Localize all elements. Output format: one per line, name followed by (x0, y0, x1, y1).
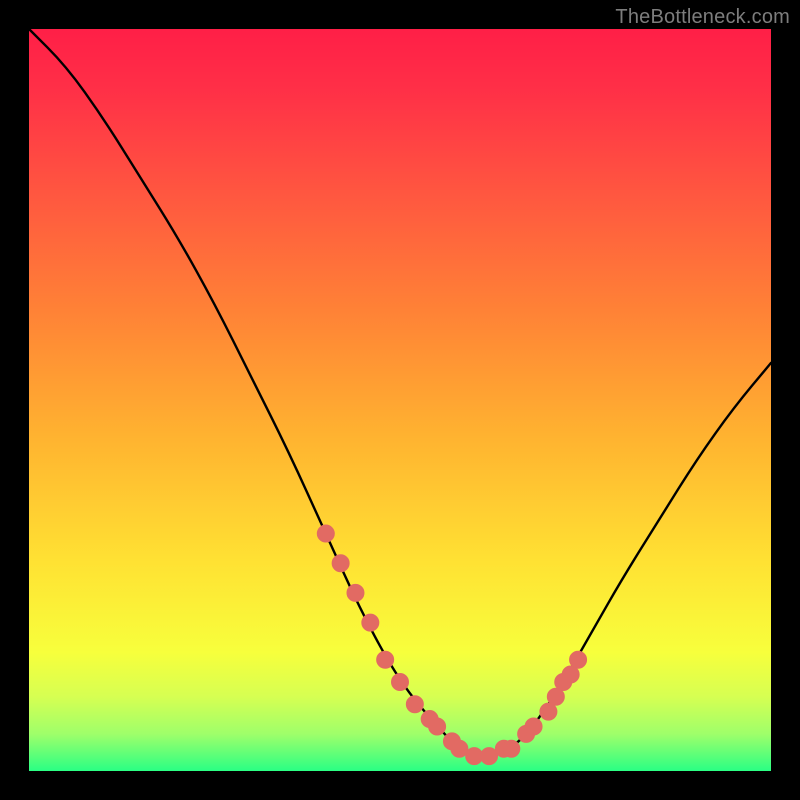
curve-marker (377, 651, 394, 668)
bottleneck-curve-svg (29, 29, 771, 771)
curve-marker (451, 740, 468, 757)
curve-marker (547, 688, 564, 705)
curve-marker (406, 696, 423, 713)
chart-plot-area (29, 29, 771, 771)
watermark-text: TheBottleneck.com (615, 6, 790, 29)
curve-marker (481, 748, 498, 765)
curve-marker (525, 718, 542, 735)
curve-marker (332, 555, 349, 572)
curve-marker (540, 703, 557, 720)
curve-marker (347, 584, 364, 601)
curve-marker (362, 614, 379, 631)
curve-marker (392, 673, 409, 690)
curve-marker (562, 666, 579, 683)
marker-group (317, 525, 586, 765)
curve-marker (317, 525, 334, 542)
bottleneck-curve-path (29, 29, 771, 756)
curve-marker (429, 718, 446, 735)
curve-marker (503, 740, 520, 757)
curve-marker (570, 651, 587, 668)
